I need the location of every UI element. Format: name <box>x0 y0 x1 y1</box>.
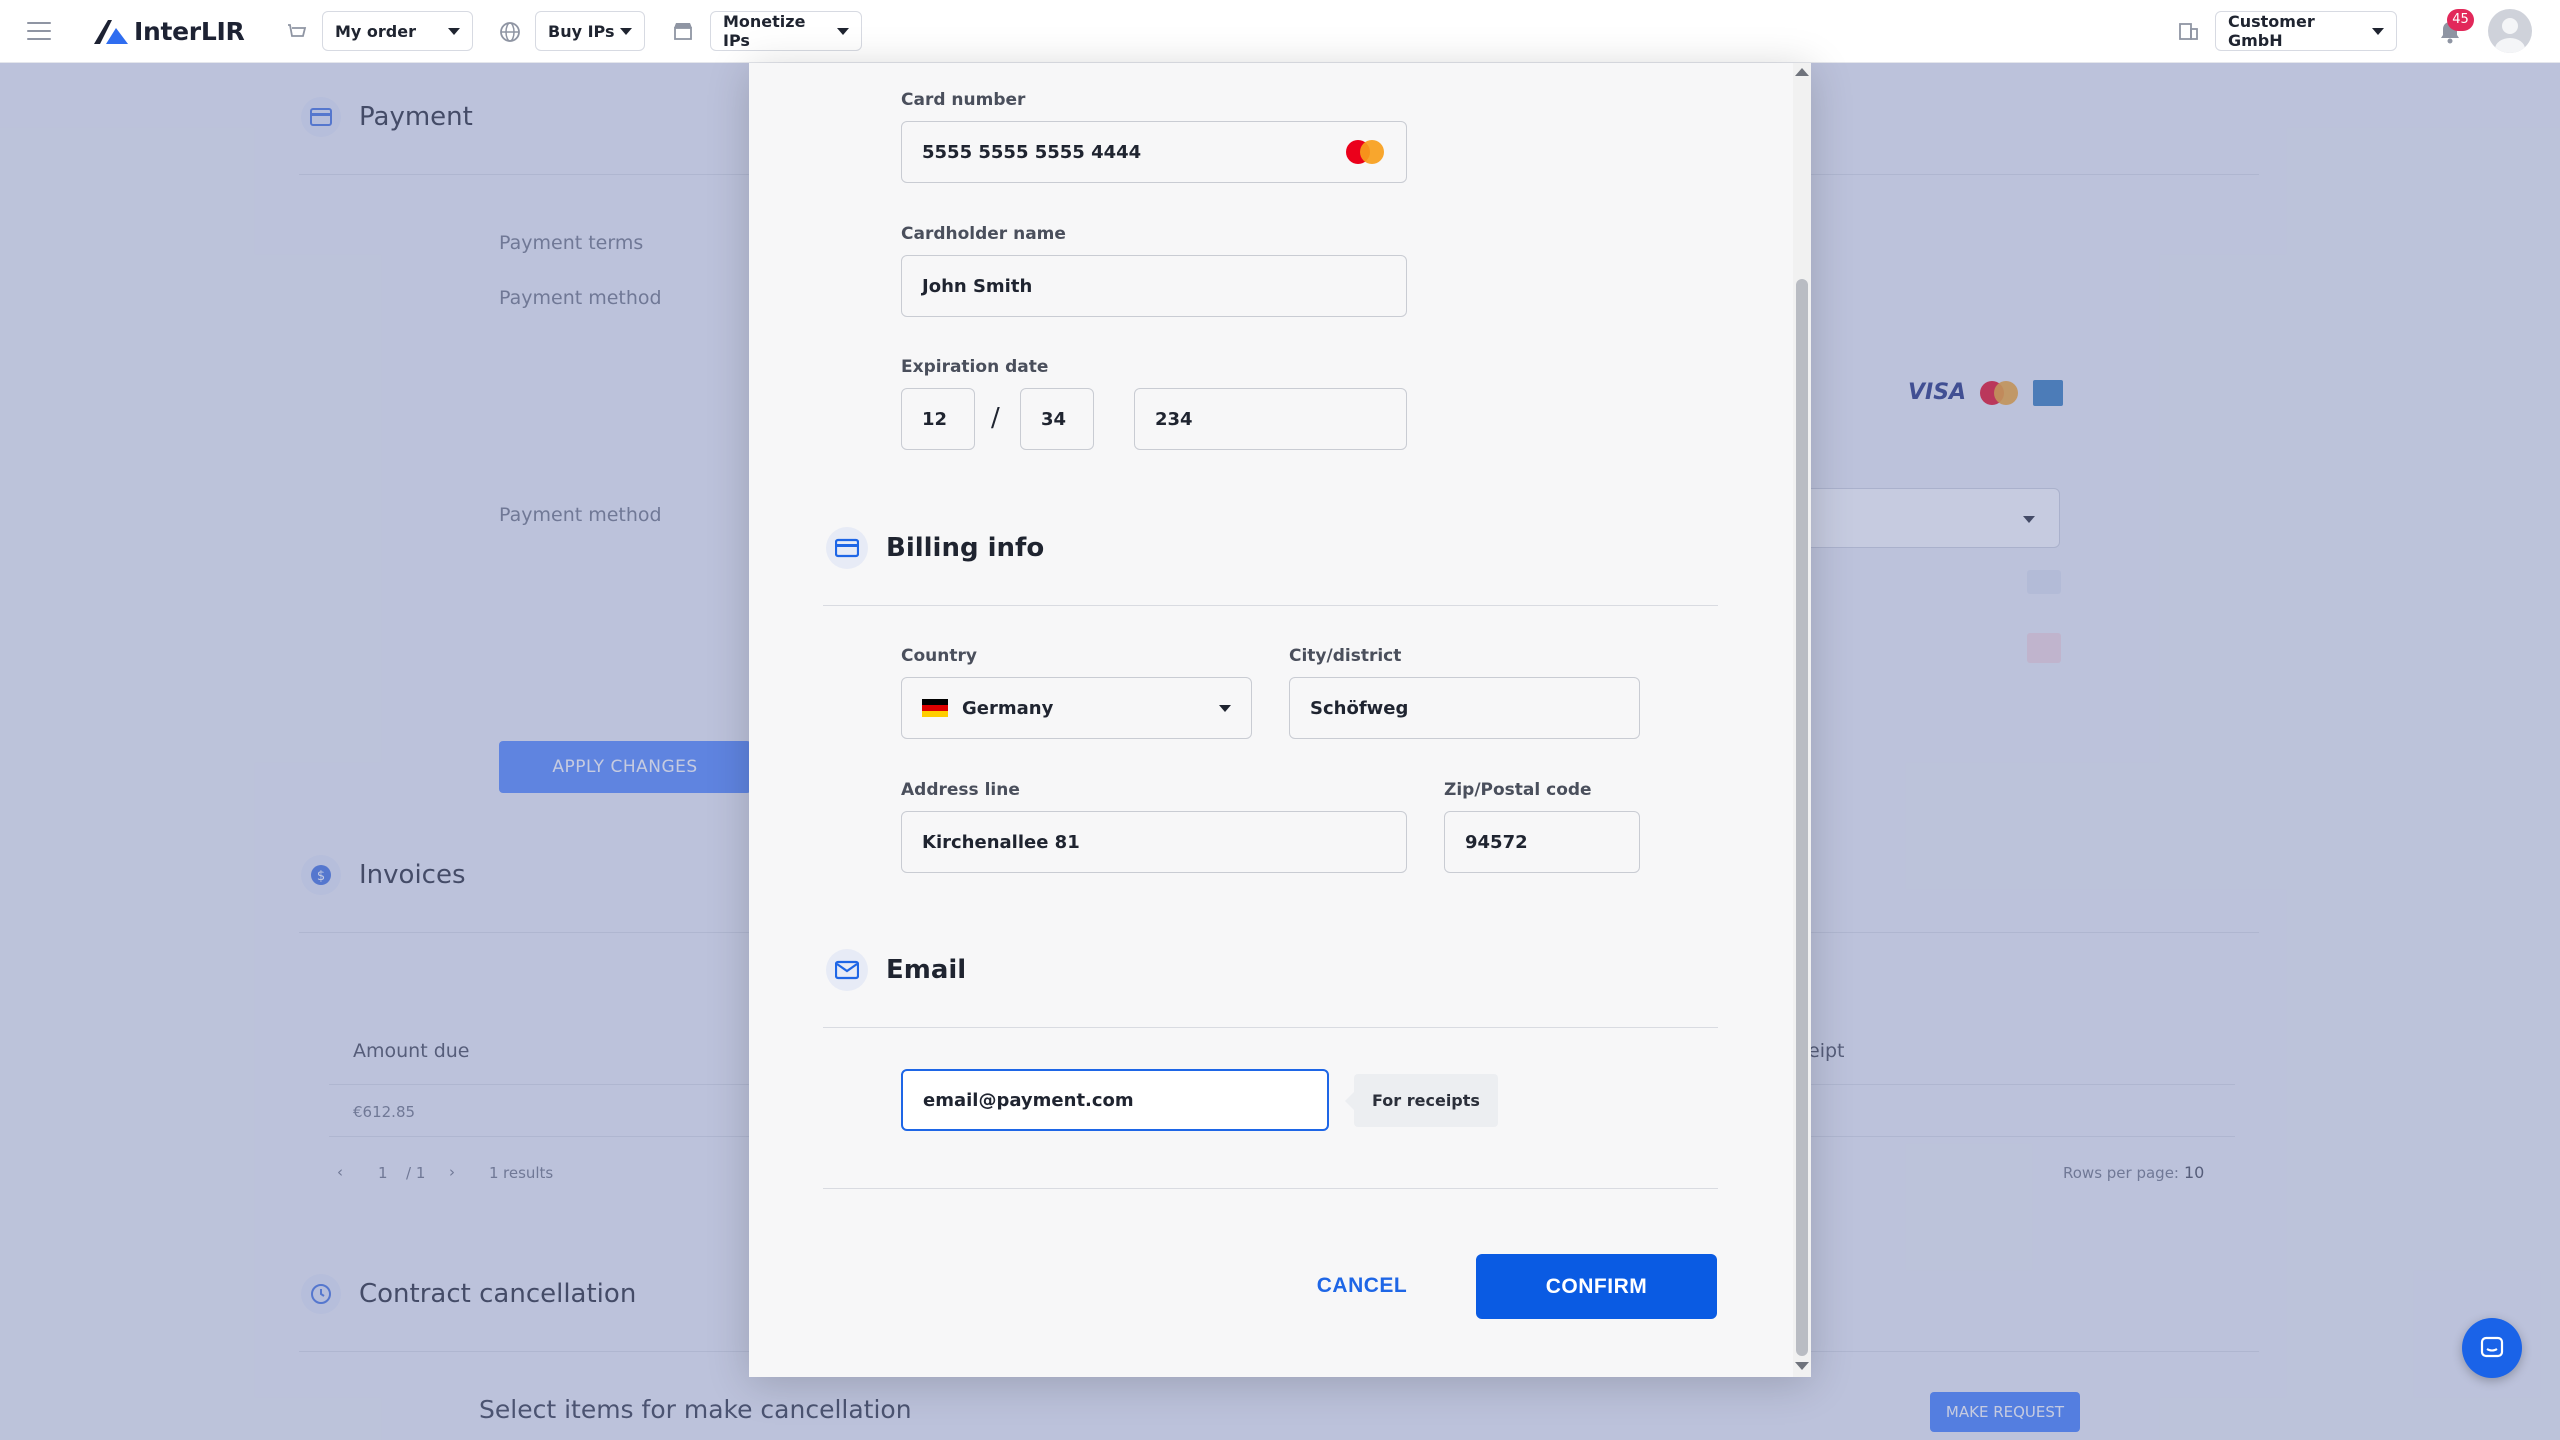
cardholder-label: Cardholder name <box>901 224 1066 244</box>
country-label: Country <box>901 646 977 666</box>
store-icon <box>672 20 696 44</box>
email-hint-tooltip: For receipts <box>1345 1074 1498 1127</box>
avatar[interactable] <box>2488 9 2532 53</box>
notification-badge: 45 <box>2447 9 2474 31</box>
mail-icon <box>826 949 868 991</box>
scroll-up-arrow-icon[interactable] <box>1795 68 1809 76</box>
card-icon <box>826 527 868 569</box>
country-select[interactable]: Germany <box>901 677 1252 739</box>
company-dropdown[interactable]: Customer GmbH <box>2215 11 2397 51</box>
divider <box>823 1027 1718 1028</box>
zip-label: Zip/Postal code <box>1444 780 1592 800</box>
chevron-down-icon <box>448 27 460 35</box>
my-order-dropdown[interactable]: My order <box>322 11 473 51</box>
monetize-ips-dropdown[interactable]: Monetize IPs <box>710 11 862 51</box>
divider <box>823 1188 1718 1189</box>
chevron-down-icon <box>1219 704 1231 712</box>
address-field[interactable]: Kirchenallee 81 <box>901 811 1407 873</box>
globe-icon <box>498 20 522 44</box>
expiration-year-field[interactable]: 34 <box>1020 388 1094 450</box>
address-label: Address line <box>901 780 1020 800</box>
billing-info-title: Billing info <box>826 527 1044 569</box>
logo[interactable]: InterLIR <box>92 15 245 47</box>
card-number-label: Card number <box>901 90 1026 110</box>
germany-flag-icon <box>922 699 948 717</box>
menu-icon[interactable] <box>27 22 51 40</box>
mastercard-icon <box>1346 140 1384 164</box>
confirm-button[interactable]: CONFIRM <box>1476 1254 1717 1319</box>
interlir-logo-icon <box>94 20 128 44</box>
buy-ips-dropdown[interactable]: Buy IPs <box>535 11 645 51</box>
building-icon <box>2177 20 2201 44</box>
chat-button[interactable] <box>2462 1318 2522 1378</box>
email-title: Email <box>826 949 966 991</box>
top-navigation-bar: InterLIR My order Buy IPs Monetize IPs C… <box>0 0 2560 63</box>
zip-field[interactable]: 94572 <box>1444 811 1640 873</box>
chevron-down-icon <box>620 27 632 35</box>
cvc-field[interactable]: 234 <box>1134 388 1407 450</box>
chevron-down-icon <box>2372 27 2384 35</box>
scroll-down-arrow-icon[interactable] <box>1795 1362 1809 1370</box>
divider <box>823 605 1718 606</box>
city-label: City/district <box>1289 646 1402 666</box>
cart-icon <box>285 20 309 44</box>
chat-icon <box>2480 1336 2504 1358</box>
cancel-button[interactable]: CANCEL <box>1298 1255 1426 1317</box>
email-field[interactable]: email@payment.com <box>901 1069 1329 1131</box>
expiration-separator: / <box>991 403 1000 433</box>
city-field[interactable]: Schöfweg <box>1289 677 1640 739</box>
expiration-label: Expiration date <box>901 357 1049 377</box>
chevron-down-icon <box>837 27 849 35</box>
expiration-month-field[interactable]: 12 <box>901 388 975 450</box>
scrollbar-thumb[interactable] <box>1796 279 1808 1356</box>
cardholder-field[interactable]: John Smith <box>901 255 1407 317</box>
card-number-field[interactable]: 5555 5555 5555 4444 <box>901 121 1407 183</box>
